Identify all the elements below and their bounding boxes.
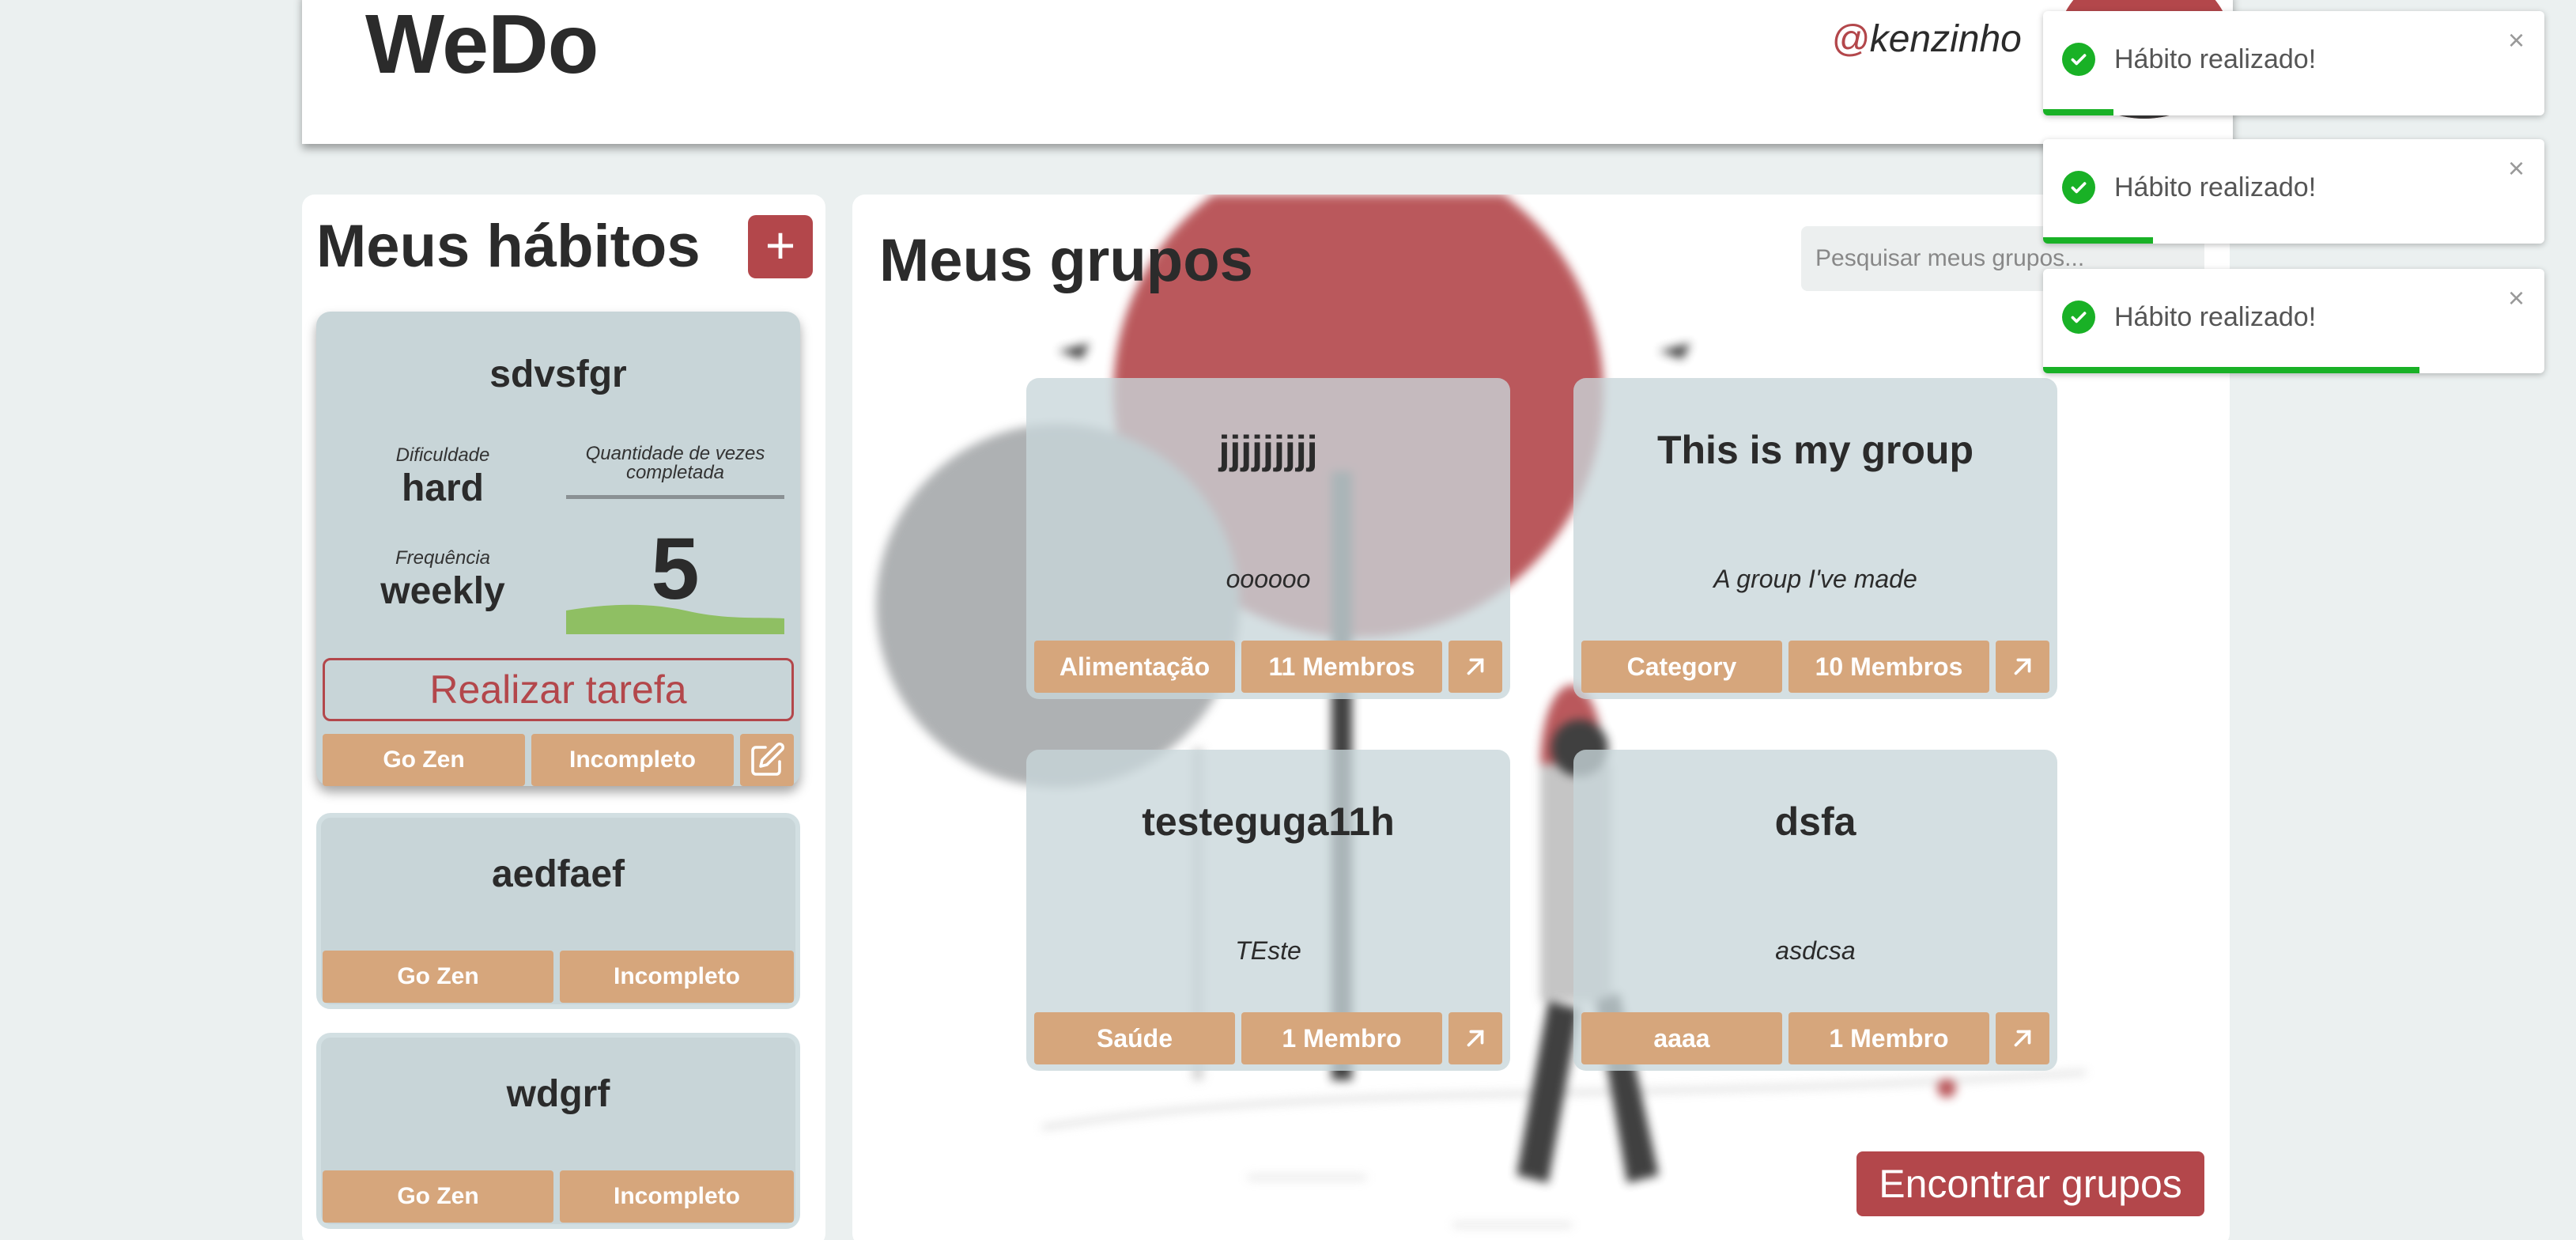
group-category-tag: aaaa xyxy=(1581,1012,1782,1064)
group-card[interactable]: jjjjjjjjj oooooo Alimentação 11 Membros xyxy=(1026,378,1510,699)
habit-category-tag: Go Zen xyxy=(323,1170,553,1223)
add-habit-button[interactable]: + xyxy=(748,215,813,278)
toast-notification[interactable]: Hábito realizado! × xyxy=(2043,269,2544,373)
group-name: testeguga11h xyxy=(1142,800,1395,844)
group-category-tag: Saúde xyxy=(1034,1012,1235,1064)
toast-message: Hábito realizado! xyxy=(2114,302,2317,332)
username-text: kenzinho xyxy=(1869,18,2022,60)
open-group-button[interactable] xyxy=(1449,1012,1502,1064)
frequency-value: weekly xyxy=(380,570,505,612)
completed-count-label: Quantidade de vezes completada xyxy=(585,443,765,483)
habit-status-tag: Incompleto xyxy=(560,1170,794,1223)
group-name: This is my group xyxy=(1656,428,1974,472)
frequency-label: Frequência xyxy=(395,547,491,569)
close-icon[interactable]: × xyxy=(2508,152,2525,185)
close-icon[interactable]: × xyxy=(2508,282,2525,315)
toast-notification[interactable]: Hábito realizado! × xyxy=(2043,11,2544,115)
username-at-symbol: @ xyxy=(1831,18,1870,60)
check-circle-icon xyxy=(2062,43,2095,76)
habit-card[interactable]: wdgrf Go Zen Incompleto xyxy=(316,1033,800,1229)
check-circle-icon xyxy=(2062,171,2095,204)
habits-panel: Meus hábitos + sdvsfgr Dificuldade hard … xyxy=(302,195,825,1240)
check-circle-icon xyxy=(2062,301,2095,334)
group-category-tag: Category xyxy=(1581,641,1782,693)
app-header: WeDo @kenzinho xyxy=(302,0,2233,144)
grass-hill-icon xyxy=(566,604,784,634)
habit-card-expanded[interactable]: sdvsfgr Dificuldade hard Frequência week… xyxy=(316,312,800,786)
group-description: TEste xyxy=(1235,936,1301,965)
group-card[interactable]: This is my group A group I've made Categ… xyxy=(1573,378,2057,699)
habit-name: wdgrf xyxy=(506,1073,610,1115)
habit-name: aedfaef xyxy=(491,853,625,895)
username[interactable]: @kenzinho xyxy=(1831,17,2022,61)
app-logo[interactable]: WeDo xyxy=(365,0,599,93)
difficulty-value: hard xyxy=(401,467,484,509)
habit-name: sdvsfgr xyxy=(489,353,627,395)
group-members-tag: 1 Membro xyxy=(1788,1012,1989,1064)
habit-status-tag: Incompleto xyxy=(560,951,794,1003)
close-icon[interactable]: × xyxy=(2508,24,2525,57)
count-divider xyxy=(566,495,784,499)
group-card[interactable]: dsfa asdcsa aaaa 1 Membro xyxy=(1573,750,2057,1071)
toast-message: Hábito realizado! xyxy=(2114,44,2317,74)
groups-title: Meus grupos xyxy=(879,227,1253,294)
group-members-tag: 10 Membros xyxy=(1788,641,1989,693)
group-members-tag: 1 Membro xyxy=(1241,1012,1442,1064)
habit-status-tag: Incompleto xyxy=(531,734,734,786)
group-name: jjjjjjjjj xyxy=(1218,428,1318,472)
group-category-tag: Alimentação xyxy=(1034,641,1235,693)
groups-panel: Meus grupos jjjjjjjjj oooooo Alimentação… xyxy=(852,195,2230,1240)
toast-message: Hábito realizado! xyxy=(2114,172,2317,202)
habit-category-tag: Go Zen xyxy=(323,951,553,1003)
toast-notification[interactable]: Hábito realizado! × xyxy=(2043,139,2544,244)
open-group-button[interactable] xyxy=(1996,1012,2049,1064)
edit-habit-button[interactable] xyxy=(740,734,794,786)
complete-task-button[interactable]: Realizar tarefa xyxy=(323,658,794,721)
group-description: asdcsa xyxy=(1775,936,1856,965)
arrow-up-right-icon xyxy=(2014,1030,2031,1047)
open-group-button[interactable] xyxy=(1449,641,1502,693)
toast-progress-bar xyxy=(2043,367,2419,373)
habit-category-tag: Go Zen xyxy=(323,734,525,786)
arrow-up-right-icon xyxy=(2014,658,2031,675)
group-members-tag: 11 Membros xyxy=(1241,641,1442,693)
open-group-button[interactable] xyxy=(1996,641,2049,693)
group-description: oooooo xyxy=(1226,565,1311,593)
arrow-up-right-icon xyxy=(1467,658,1484,675)
group-description: A group I've made xyxy=(1713,565,1917,593)
background-illustration xyxy=(876,195,2087,1227)
arrow-up-right-icon xyxy=(1467,1030,1484,1047)
edit-icon xyxy=(751,742,785,776)
difficulty-label: Dificuldade xyxy=(395,444,490,466)
group-name: dsfa xyxy=(1774,800,1856,844)
toast-progress-bar xyxy=(2043,109,2113,115)
find-groups-button[interactable]: Encontrar grupos xyxy=(1856,1151,2204,1216)
habit-card[interactable]: aedfaef Go Zen Incompleto xyxy=(316,813,800,1009)
toast-progress-bar xyxy=(2043,237,2154,244)
group-card[interactable]: testeguga11h TEste Saúde 1 Membro xyxy=(1026,750,1510,1071)
habits-title: Meus hábitos xyxy=(316,213,701,280)
